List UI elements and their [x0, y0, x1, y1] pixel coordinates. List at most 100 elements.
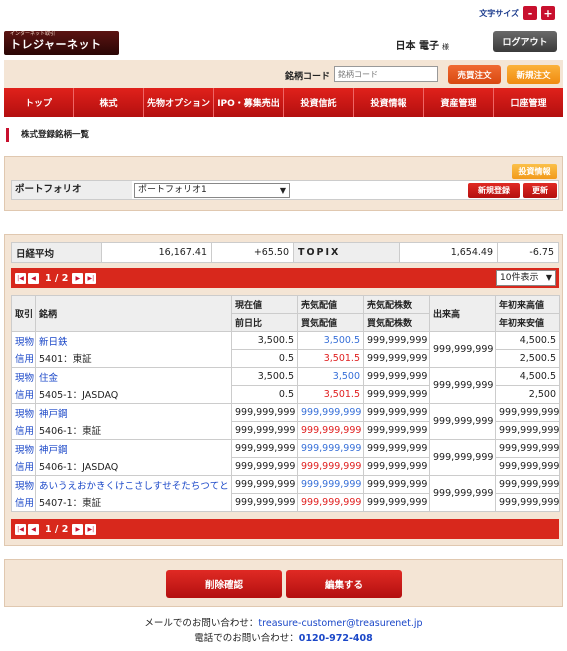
bid-price: 999,999,999	[297, 493, 364, 512]
table-header-row: 取引 銘柄 現在値 売気配値 売気配株数 出来高 年初来高値	[11, 295, 560, 332]
new-order-button[interactable]: 新規注文	[507, 65, 560, 84]
user-name: 日本 電子様	[396, 37, 449, 52]
trade-type-margin-link[interactable]: 信用	[11, 493, 36, 512]
stock-name-link[interactable]: 神戸鋼	[35, 403, 232, 422]
investment-info-button[interactable]: 投資情報	[512, 164, 557, 179]
prev-change: 0.5	[231, 385, 298, 404]
main-nav: トップ 株式 先物オプション IPO・募集売出 投資信託 投資情報 資産管理 口…	[4, 88, 563, 117]
next-page-icon[interactable]: ▶	[72, 523, 84, 535]
bid-price: 999,999,999	[297, 421, 364, 440]
header-ask: 売気配値	[297, 295, 364, 314]
page-indicator: 1 / 2	[45, 523, 69, 535]
user-name-text: 日本 電子	[395, 41, 439, 52]
font-size-decrease-button[interactable]: -	[523, 6, 537, 20]
nav-item-ipo[interactable]: IPO・募集売出	[214, 88, 284, 117]
bid-quantity: 999,999,999	[363, 385, 430, 404]
mail-link[interactable]: treasure-customer@treasurenet.jp	[258, 618, 422, 629]
font-size-label: 文字サイズ	[479, 8, 519, 18]
font-size-increase-button[interactable]: +	[541, 6, 555, 20]
bid-price: 3,501.5	[297, 385, 364, 404]
next-page-icon[interactable]: ▶	[72, 272, 84, 284]
ytd-low: 999,999,999	[495, 421, 560, 440]
nav-item-investment-info[interactable]: 投資情報	[354, 88, 424, 117]
first-page-icon[interactable]: |◀	[15, 272, 26, 284]
header: インターネット取引 トレジャーネット 日本 電子様 ログアウト	[0, 28, 567, 58]
nav-item-funds[interactable]: 投資信託	[284, 88, 354, 117]
ytd-low: 2,500.5	[495, 349, 560, 368]
header-volume: 出来高	[429, 295, 496, 332]
phone-number[interactable]: 0120-972-408	[299, 633, 373, 644]
portfolio-selected-value: ポートフォリオ1	[138, 185, 207, 195]
table-row: 現物 神戸鋼 999,999,999 999,999,999 999,999,999 99…	[11, 403, 560, 440]
stock-name-link[interactable]: 住金	[35, 367, 232, 386]
header-current: 現在値	[231, 295, 298, 314]
logo-title: トレジャーネット	[10, 38, 102, 51]
topix-value: 1,654.49	[399, 242, 498, 263]
header-trade: 取引	[11, 295, 36, 332]
bid-quantity: 999,999,999	[363, 349, 430, 368]
per-page-select[interactable]: 10件表示 ▼	[496, 270, 556, 286]
trade-type-margin-link[interactable]: 信用	[11, 385, 36, 404]
nav-item-account[interactable]: 口座管理	[494, 88, 563, 117]
prev-page-icon[interactable]: ◀	[28, 523, 39, 535]
last-page-icon[interactable]: ▶|	[85, 272, 97, 284]
stock-code: 5405-1：JASDAQ	[35, 385, 232, 404]
chevron-down-icon: ▼	[279, 186, 286, 195]
portfolio-select[interactable]: ポートフォリオ1 ▼	[134, 183, 290, 198]
trade-type-cash-link[interactable]: 現物	[11, 367, 36, 386]
current-price: 999,999,999	[231, 439, 298, 458]
index-row: 日経平均 16,167.41 +65.50 TOPIX 1,654.49 -6.…	[11, 242, 559, 263]
stock-code-input[interactable]	[334, 66, 438, 82]
table-row: 現物 神戸鋼 999,999,999 999,999,999 999,999,999 99…	[11, 439, 560, 476]
refresh-button[interactable]: 更新	[523, 183, 557, 198]
trade-type-cash-link[interactable]: 現物	[11, 403, 36, 422]
page-title: 株式登録銘柄一覧	[6, 128, 89, 142]
pager-bottom: |◀ ◀ 1 / 2 ▶ ▶|	[11, 519, 559, 539]
header-bid: 買気配値	[297, 313, 364, 332]
delete-confirm-button[interactable]: 削除確認	[166, 570, 282, 598]
ask-quantity: 999,999,999	[363, 367, 430, 386]
trade-order-button[interactable]: 売買注文	[448, 65, 501, 84]
nav-item-assets[interactable]: 資産管理	[424, 88, 494, 117]
phone-label: 電話でのお問い合わせ：	[194, 633, 299, 644]
ytd-high: 4,500.5	[495, 367, 560, 386]
index-table: 日経平均 16,167.41 +65.50 TOPIX 1,654.49 -6.…	[11, 242, 559, 263]
trade-type-margin-link[interactable]: 信用	[11, 457, 36, 476]
trade-type-cash-link[interactable]: 現物	[11, 475, 36, 494]
ask-quantity: 999,999,999	[363, 439, 430, 458]
phone-contact: 電話でのお問い合わせ：0120-972-408	[0, 631, 567, 646]
current-price: 3,500.5	[231, 367, 298, 386]
volume: 999,999,999	[429, 331, 496, 368]
ytd-high: 999,999,999	[495, 403, 560, 422]
page-indicator: 1 / 2	[45, 272, 69, 284]
nav-item-stocks[interactable]: 株式	[74, 88, 144, 117]
stock-name-link[interactable]: 神戸鋼	[35, 439, 232, 458]
stock-name-link[interactable]: 新日鉄	[35, 331, 232, 350]
edit-button[interactable]: 編集する	[286, 570, 402, 598]
stock-name-link[interactable]: あいうえおかきくけこさしすせそたちつてと	[35, 475, 232, 494]
new-register-button[interactable]: 新規登録	[468, 183, 520, 198]
stock-code: 5401：東証	[35, 349, 232, 368]
nav-item-futures-options[interactable]: 先物オプション	[144, 88, 214, 117]
ytd-high: 4,500.5	[495, 331, 560, 350]
topix-name: TOPIX	[293, 242, 400, 263]
nav-item-top[interactable]: トップ	[4, 88, 74, 117]
logout-button[interactable]: ログアウト	[493, 31, 557, 52]
bid-price: 3,501.5	[297, 349, 364, 368]
stock-code: 5406-1：東証	[35, 421, 232, 440]
first-page-icon[interactable]: |◀	[15, 523, 26, 535]
header-bid-qty: 買気配株数	[363, 313, 430, 332]
prev-page-icon[interactable]: ◀	[28, 272, 39, 284]
trade-type-margin-link[interactable]: 信用	[11, 421, 36, 440]
header-ytd-high: 年初来高値	[495, 295, 560, 314]
stock-code: 5406-1：JASDAQ	[35, 457, 232, 476]
trade-type-margin-link[interactable]: 信用	[11, 349, 36, 368]
prev-change: 0.5	[231, 349, 298, 368]
current-price: 999,999,999	[231, 475, 298, 494]
last-page-icon[interactable]: ▶|	[85, 523, 97, 535]
trade-type-cash-link[interactable]: 現物	[11, 331, 36, 350]
logo[interactable]: インターネット取引 トレジャーネット	[4, 31, 119, 55]
current-price: 3,500.5	[231, 331, 298, 350]
ytd-high: 999,999,999	[495, 439, 560, 458]
trade-type-cash-link[interactable]: 現物	[11, 439, 36, 458]
